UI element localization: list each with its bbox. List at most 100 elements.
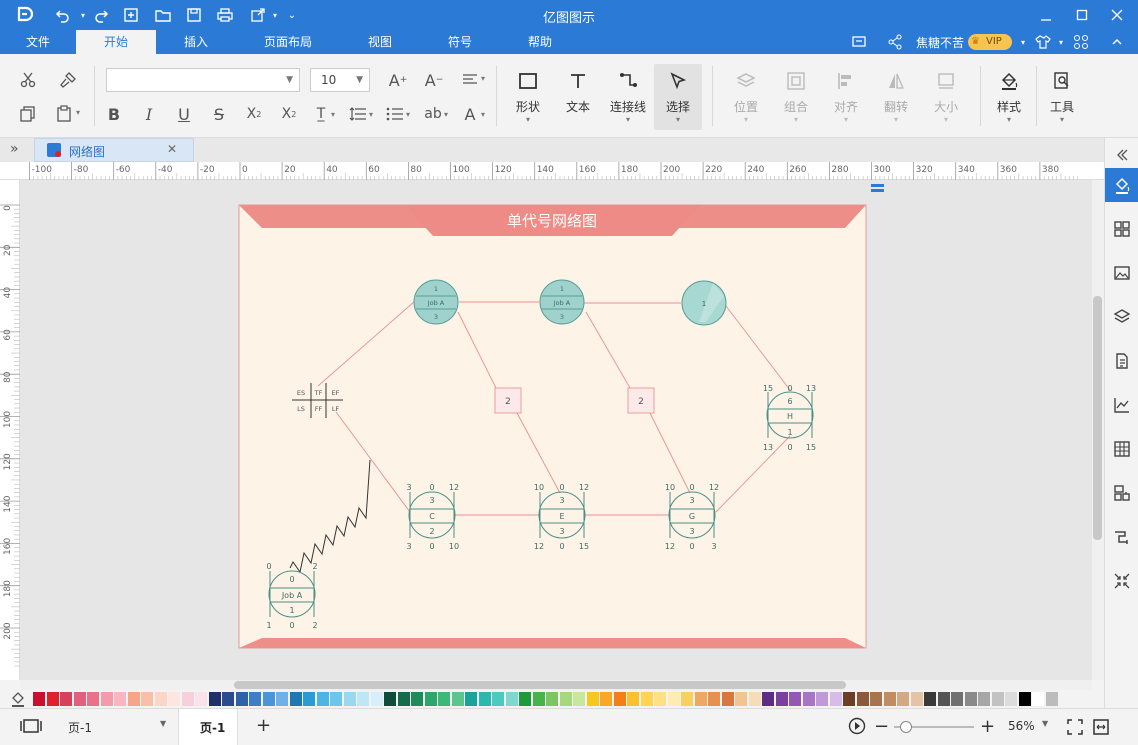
top-node-2[interactable]: 1 Job A 3 <box>539 279 585 325</box>
horizontal-scroll-thumb[interactable] <box>234 681 846 689</box>
collapse-ribbon-icon[interactable] <box>1106 32 1128 52</box>
color-swatch[interactable] <box>951 692 963 706</box>
color-swatch[interactable] <box>438 692 450 706</box>
image-icon[interactable] <box>1105 256 1138 290</box>
drawing-canvas[interactable]: 单代号网络图 ES TF EF LS FF LF 1 Job A 3 1 Job… <box>20 180 1092 680</box>
color-swatch[interactable] <box>586 692 599 706</box>
decrease-font-icon[interactable]: A − <box>422 68 446 92</box>
color-swatch[interactable] <box>829 692 842 706</box>
bracket-icon[interactable] <box>1105 520 1138 554</box>
color-swatch[interactable] <box>424 692 437 706</box>
bullet-list-icon[interactable] <box>383 102 407 126</box>
color-swatch[interactable] <box>343 692 356 706</box>
layers-icon[interactable] <box>1105 300 1138 334</box>
expand-library-icon[interactable]: » <box>10 141 19 157</box>
color-swatch[interactable] <box>762 692 774 706</box>
zoom-slider-thumb[interactable] <box>900 721 912 733</box>
color-swatch[interactable] <box>640 692 653 706</box>
color-swatch[interactable] <box>249 692 261 706</box>
color-swatch[interactable] <box>991 692 1004 706</box>
color-swatch[interactable] <box>667 692 680 706</box>
lag-box[interactable]: 2 <box>627 387 655 414</box>
zoom-level[interactable]: 56% <box>1008 719 1035 733</box>
color-swatch[interactable] <box>910 692 923 706</box>
zoom-out-icon[interactable]: − <box>874 716 889 737</box>
color-swatch[interactable] <box>937 692 950 706</box>
color-swatch[interactable] <box>181 692 194 706</box>
collapse-arrows-icon[interactable] <box>1105 564 1138 598</box>
color-swatch[interactable] <box>357 692 369 706</box>
color-swatch[interactable] <box>73 692 86 706</box>
color-swatch[interactable] <box>478 692 491 706</box>
vip-dropdown-icon[interactable]: ▾ <box>1012 32 1034 52</box>
spacing-dropdown-icon[interactable]: ▾ <box>369 110 373 119</box>
text-case-icon[interactable]: T̲ <box>309 102 333 126</box>
color-swatch[interactable] <box>33 692 45 706</box>
vertical-scrollbar[interactable] <box>1092 180 1104 680</box>
color-swatch[interactable] <box>883 692 896 706</box>
fit-page-icon[interactable] <box>1066 718 1084 739</box>
color-swatch[interactable] <box>465 692 477 706</box>
top-node-1[interactable]: 1 Job A 3 <box>413 279 459 325</box>
align-dropdown-icon[interactable]: ▾ <box>481 74 485 83</box>
fill-bucket-icon[interactable] <box>10 691 26 707</box>
page-handle-icon[interactable] <box>871 184 884 192</box>
fill-style-icon[interactable] <box>1105 168 1138 202</box>
font-color-icon[interactable]: A <box>458 102 482 126</box>
group-button[interactable]: 组合 ▾ <box>772 64 820 130</box>
color-swatch[interactable] <box>789 692 801 706</box>
format-painter-icon[interactable] <box>56 68 80 92</box>
table-icon[interactable] <box>1105 432 1138 466</box>
color-swatch[interactable] <box>505 692 518 706</box>
italic-icon[interactable]: I <box>137 102 161 126</box>
menu-insert[interactable]: 插入 <box>158 30 234 54</box>
collapse-panel-icon[interactable] <box>1105 138 1138 172</box>
flip-button[interactable]: 翻转 ▾ <box>872 64 920 130</box>
color-swatch[interactable] <box>195 692 207 706</box>
vip-badge[interactable]: ♛ VIP <box>968 34 1012 50</box>
top-node-3[interactable]: 1 <box>681 280 727 326</box>
color-swatch[interactable] <box>303 692 315 706</box>
add-page-icon[interactable]: + <box>256 715 271 736</box>
color-swatch[interactable] <box>654 692 666 706</box>
zoom-in-icon[interactable]: + <box>980 716 995 737</box>
color-swatch[interactable] <box>519 692 531 706</box>
close-tab-icon[interactable]: ✕ <box>167 142 177 156</box>
color-swatch[interactable] <box>748 692 761 706</box>
lag-box[interactable]: 2 <box>494 387 522 414</box>
grid-layout-icon[interactable] <box>1105 212 1138 246</box>
line-spacing-icon[interactable] <box>346 102 370 126</box>
color-swatch[interactable] <box>46 692 59 706</box>
color-swatch[interactable] <box>1032 692 1044 706</box>
color-swatch[interactable] <box>330 692 342 706</box>
color-swatch[interactable] <box>141 692 153 706</box>
color-swatch[interactable] <box>397 692 410 706</box>
color-swatch[interactable] <box>451 692 464 706</box>
font-family-select[interactable]: ▼ <box>106 68 300 92</box>
copy-icon[interactable] <box>16 102 40 126</box>
fit-width-icon[interactable] <box>1092 718 1110 739</box>
highlight-dropdown-icon[interactable]: ▾ <box>444 110 448 119</box>
color-swatch[interactable] <box>154 692 167 706</box>
text-highlight-icon[interactable]: ab <box>421 102 445 126</box>
color-swatch[interactable] <box>613 692 626 706</box>
paste-dropdown-icon[interactable]: ▾ <box>76 108 80 117</box>
chart-icon[interactable] <box>1105 388 1138 422</box>
page-select-label[interactable]: 页-1 <box>68 719 92 736</box>
color-swatch[interactable] <box>262 692 275 706</box>
position-button[interactable]: 位置 ▾ <box>722 64 770 130</box>
color-swatch[interactable] <box>964 692 977 706</box>
horizontal-scrollbar[interactable] <box>20 680 1092 690</box>
color-swatch[interactable] <box>1005 692 1017 706</box>
document-tab[interactable]: 网络图 ✕ <box>34 138 194 162</box>
play-presentation-icon[interactable] <box>848 717 866 738</box>
increase-font-icon[interactable]: A + <box>386 68 410 92</box>
tools-button[interactable]: 工具 ▾ <box>1038 64 1086 130</box>
color-swatch[interactable] <box>843 692 855 706</box>
color-swatch[interactable] <box>681 692 693 706</box>
theme-dropdown-icon[interactable]: ▾ <box>1050 32 1072 52</box>
color-swatch[interactable] <box>735 692 747 706</box>
color-swatch[interactable] <box>924 692 936 706</box>
minimize-icon[interactable] <box>1035 5 1057 25</box>
zoom-dropdown-icon[interactable]: ▼ <box>1042 719 1048 728</box>
